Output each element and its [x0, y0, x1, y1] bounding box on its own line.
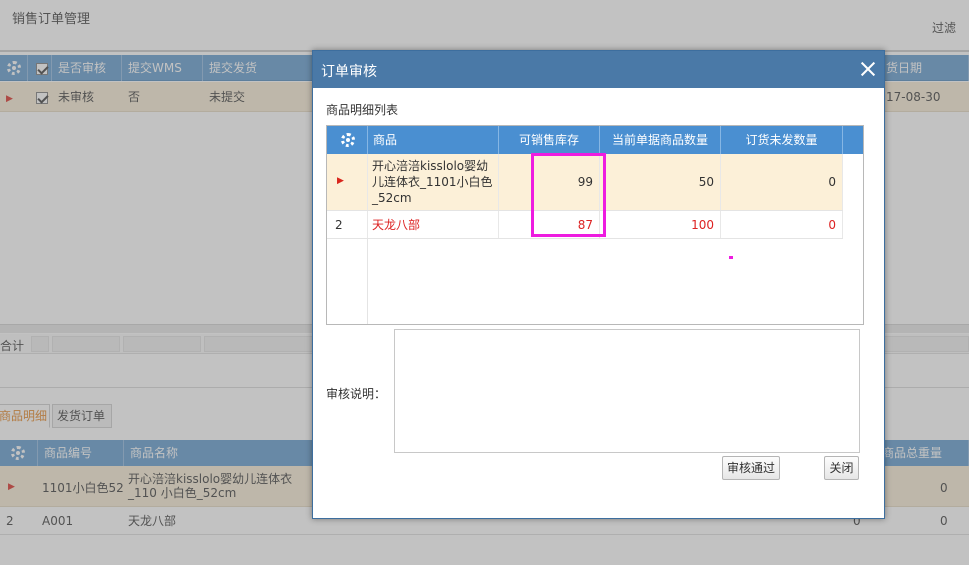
- cell-product: 天龙八部: [368, 211, 499, 238]
- grid-header: 商品 可销售库存 当前单据商品数量 订货未发数量: [327, 126, 863, 154]
- dialog-header: 订单审核: [313, 51, 884, 88]
- dialog-title: 订单审核: [321, 64, 377, 80]
- grid-row[interactable]: ▶ 开心涪涪kisslolo婴幼儿连体衣_1101小白色_52cm 99 50 …: [327, 154, 843, 211]
- audit-note-label: 审核说明：: [326, 387, 387, 401]
- section-label: 商品明细列表: [326, 103, 399, 117]
- audit-note-textarea[interactable]: [394, 329, 860, 453]
- close-icon[interactable]: [859, 60, 877, 78]
- cell-product: 开心涪涪kisslolo婴幼儿连体衣_1101小白色_52cm: [368, 154, 499, 210]
- cell-pending-qty: 0: [721, 211, 843, 238]
- cell-current-qty: 50: [600, 154, 721, 210]
- approve-button[interactable]: 审核通过: [722, 456, 780, 480]
- order-audit-dialog: 订单审核 商品明细列表 商品 可销售库存 当前单据商品数量 订货未发数量 ▶ 开…: [312, 50, 885, 519]
- cell-row-index: 2: [327, 211, 368, 238]
- product-detail-grid: 商品 可销售库存 当前单据商品数量 订货未发数量 ▶ 开心涪涪kisslolo婴…: [326, 125, 864, 325]
- cell-available-stock: 87: [499, 211, 600, 238]
- col-current-qty[interactable]: 当前单据商品数量: [600, 126, 721, 154]
- grid-row[interactable]: 2 天龙八部 87 100 0: [327, 211, 843, 239]
- grid-settings-gear-icon[interactable]: [327, 126, 368, 154]
- col-pending-qty[interactable]: 订货未发数量: [721, 126, 843, 154]
- close-button[interactable]: 关闭: [824, 456, 859, 480]
- row-pointer-icon: ▶: [337, 176, 344, 186]
- cell-pending-qty: 0: [721, 154, 843, 210]
- cell-current-qty: 100: [600, 211, 721, 238]
- cell-available-stock: 99: [499, 154, 600, 210]
- col-available-stock[interactable]: 可销售库存: [499, 126, 600, 154]
- annotation-dot: [729, 256, 733, 259]
- col-product[interactable]: 商品: [368, 126, 499, 154]
- grid-column-divider: [367, 239, 368, 324]
